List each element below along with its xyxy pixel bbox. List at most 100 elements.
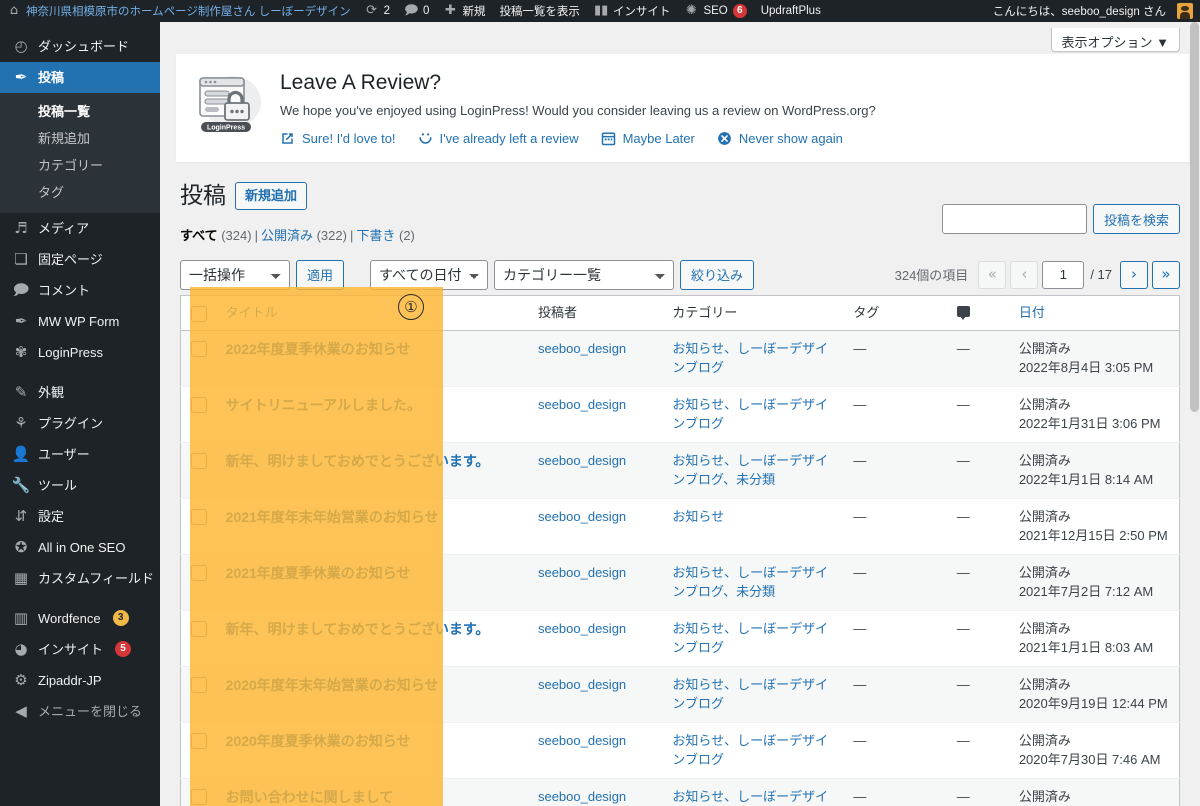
post-author-link[interactable]: seeboo_design xyxy=(538,677,626,692)
review-already-left-button[interactable]: I've already left a review xyxy=(418,131,579,146)
row-checkbox[interactable] xyxy=(191,788,207,805)
table-row: 2020年度夏季休業のお知らせ seeboo_design お知らせ、しーぼーデ… xyxy=(180,721,1180,779)
post-categories-link[interactable]: お知らせ、しーぼーデザインブログ xyxy=(672,733,828,768)
post-title-link[interactable]: 新年、明けましておめでとうございます。 xyxy=(226,451,490,472)
post-title-link[interactable]: 2022年度夏季休業のお知らせ xyxy=(226,339,411,360)
adminbar-new-content[interactable]: ✚ 新規 xyxy=(436,0,492,22)
post-categories-link[interactable]: お知らせ、しーぼーデザインブログ、未分類 xyxy=(672,565,828,600)
post-categories-link[interactable]: お知らせ、しーぼーデザインブログ xyxy=(672,397,828,432)
apply-bulk-action-button[interactable]: 適用 xyxy=(296,259,345,290)
adminbar-my-account[interactable]: こんにちは、seeboo_design さん xyxy=(986,0,1200,22)
date-filter-select[interactable]: すべての日付 xyxy=(370,259,489,290)
sidebar-item-tools[interactable]: 🔧 ツール xyxy=(0,470,160,501)
sidebar-item-plugins[interactable]: ⚘ プラグイン xyxy=(0,408,160,439)
row-title-cell: 2020年度夏季休業のお知らせ xyxy=(215,721,528,779)
filter-submit-button[interactable]: 絞り込み xyxy=(680,259,755,290)
post-categories-link[interactable]: お知らせ、しーぼーデザインブログ xyxy=(672,789,828,806)
row-checkbox[interactable] xyxy=(191,396,207,413)
row-checkbox[interactable] xyxy=(191,564,207,581)
sidebar-item-settings[interactable]: ⇵ 設定 xyxy=(0,501,160,532)
page-scrollbar[interactable] xyxy=(1189,22,1200,806)
display-options-button[interactable]: 表示オプション ▼ xyxy=(1050,28,1180,52)
category-filter-select[interactable]: カテゴリー一覧 xyxy=(494,259,675,290)
search-input[interactable] xyxy=(941,204,1087,234)
row-checkbox[interactable] xyxy=(191,620,207,637)
row-checkbox[interactable] xyxy=(191,732,207,749)
post-title-link[interactable]: 2021年度夏季休業のお知らせ xyxy=(226,563,411,584)
post-title-link[interactable]: 2021年度年末年始営業のお知らせ xyxy=(226,507,439,528)
sidebar-item-label: 投稿 xyxy=(38,70,65,85)
review-maybe-later-button[interactable]: Maybe Later xyxy=(601,131,695,146)
sidebar-item-pages[interactable]: ❏ 固定ページ xyxy=(0,244,160,275)
collapse-menu-button[interactable]: ◀ メニューを閉じる xyxy=(0,696,160,727)
total-pages-label: / 17 xyxy=(1090,267,1112,283)
current-page-input[interactable] xyxy=(1042,260,1085,289)
row-checkbox[interactable] xyxy=(191,676,207,693)
post-categories-link[interactable]: お知らせ、しーぼーデザインブログ xyxy=(672,621,828,656)
sidebar-item-custom-fields[interactable]: ▦ カスタムフィールド xyxy=(0,563,160,594)
search-posts-button[interactable]: 投稿を検索 xyxy=(1092,204,1180,234)
sidebar-item-add-new-post[interactable]: 新規追加 xyxy=(0,125,160,152)
post-author-link[interactable]: seeboo_design xyxy=(538,397,626,412)
post-categories-link[interactable]: お知らせ、しーぼーデザインブログ xyxy=(672,341,828,376)
adminbar-insights[interactable]: ▮▮ インサイト xyxy=(587,0,678,22)
post-categories-link[interactable]: お知らせ xyxy=(672,509,724,524)
post-categories-link[interactable]: お知らせ、しーぼーデザインブログ xyxy=(672,677,828,712)
adminbar-site-name[interactable]: ⌂ 神奈川県相模原市のホームページ制作屋さん しーぼーデザイン xyxy=(0,0,358,22)
post-author-link[interactable]: seeboo_design xyxy=(538,733,626,748)
review-sure-button[interactable]: Sure! I'd love to! xyxy=(280,131,396,146)
sidebar-item-categories[interactable]: カテゴリー xyxy=(0,152,160,179)
sidebar-item-all-posts[interactable]: 投稿一覧 xyxy=(0,98,160,125)
notice-actions: Sure! I'd love to! I've already left a r… xyxy=(280,131,1200,146)
sidebar-item-loginpress[interactable]: ✾ LoginPress xyxy=(0,337,160,368)
sidebar-item-label: 外観 xyxy=(38,385,65,400)
post-title-link[interactable]: 2020年度夏季休業のお知らせ xyxy=(226,731,411,752)
sidebar-item-tags[interactable]: タグ xyxy=(0,179,160,206)
sidebar-item-mw-wp-form[interactable]: ✒ MW WP Form xyxy=(0,306,160,337)
post-author-link[interactable]: seeboo_design xyxy=(538,509,626,524)
sidebar-item-wordfence[interactable]: ▥ Wordfence 3 xyxy=(0,603,160,634)
post-author-link[interactable]: seeboo_design xyxy=(538,453,626,468)
post-title-link[interactable]: サイトリニューアルしました。 xyxy=(226,395,421,416)
post-title-link[interactable]: 新年、明けましておめでとうございます。 xyxy=(226,619,490,640)
adminbar-updates[interactable]: ⟳ 2 xyxy=(358,0,397,22)
sidebar-item-dashboard[interactable]: ◴ ダッシュボード xyxy=(0,31,160,62)
add-new-post-button[interactable]: 新規追加 xyxy=(235,181,308,210)
post-categories-link[interactable]: お知らせ、しーぼーデザインブログ、未分類 xyxy=(672,453,828,488)
sort-by-date-link[interactable]: 日付 xyxy=(1019,305,1045,320)
post-author-link[interactable]: seeboo_design xyxy=(538,565,626,580)
sidebar-item-comments[interactable]: 🗩 コメント xyxy=(0,275,160,306)
sidebar-item-appearance[interactable]: ✎ 外観 xyxy=(0,377,160,408)
insights-icon: ◕ xyxy=(14,640,28,658)
post-title-link[interactable]: 2020年度年末年始営業のお知らせ xyxy=(226,675,439,696)
adminbar-updraftplus[interactable]: UpdraftPlus xyxy=(754,0,828,22)
bulk-action-select[interactable]: 一括操作 xyxy=(180,259,290,290)
post-author-link[interactable]: seeboo_design xyxy=(538,621,626,636)
review-already-left-label: I've already left a review xyxy=(439,130,579,146)
status-link-all[interactable]: すべて xyxy=(180,228,218,243)
sort-by-title-link[interactable]: タイトル xyxy=(226,305,278,320)
sidebar-item-zipaddr-jp[interactable]: ⚙ Zipaddr-JP xyxy=(0,665,160,696)
row-checkbox[interactable] xyxy=(191,452,207,469)
select-all-checkbox[interactable] xyxy=(191,305,207,322)
row-checkbox[interactable] xyxy=(191,340,207,357)
adminbar-view-posts[interactable]: 投稿一覧を表示 xyxy=(492,0,587,22)
collapse-menu-label: メニューを閉じる xyxy=(38,704,143,719)
row-checkbox[interactable] xyxy=(191,508,207,525)
sidebar-item-posts[interactable]: ✒ 投稿 xyxy=(0,62,160,93)
next-page-button[interactable]: › xyxy=(1120,260,1148,289)
review-never-show-button[interactable]: Never show again xyxy=(717,131,843,146)
adminbar-seo[interactable]: ✺ SEO 6 xyxy=(677,0,753,22)
post-title-link[interactable]: お問い合わせに関しまして xyxy=(226,787,394,806)
page-scrollbar-thumb[interactable] xyxy=(1190,22,1199,412)
post-author-link[interactable]: seeboo_design xyxy=(538,789,626,804)
post-author-link[interactable]: seeboo_design xyxy=(538,341,626,356)
status-link-draft[interactable]: 下書き xyxy=(356,228,395,243)
sidebar-item-all-in-one-seo[interactable]: ✪ All in One SEO xyxy=(0,532,160,563)
sidebar-item-media[interactable]: ♬ メディア xyxy=(0,213,160,244)
sidebar-item-users[interactable]: 👤 ユーザー xyxy=(0,439,160,470)
status-link-published[interactable]: 公開済み xyxy=(261,228,313,243)
sidebar-item-insights[interactable]: ◕ インサイト 5 xyxy=(0,634,160,665)
last-page-button[interactable]: » xyxy=(1152,260,1180,289)
adminbar-comments[interactable]: 🗩 0 xyxy=(397,0,436,22)
